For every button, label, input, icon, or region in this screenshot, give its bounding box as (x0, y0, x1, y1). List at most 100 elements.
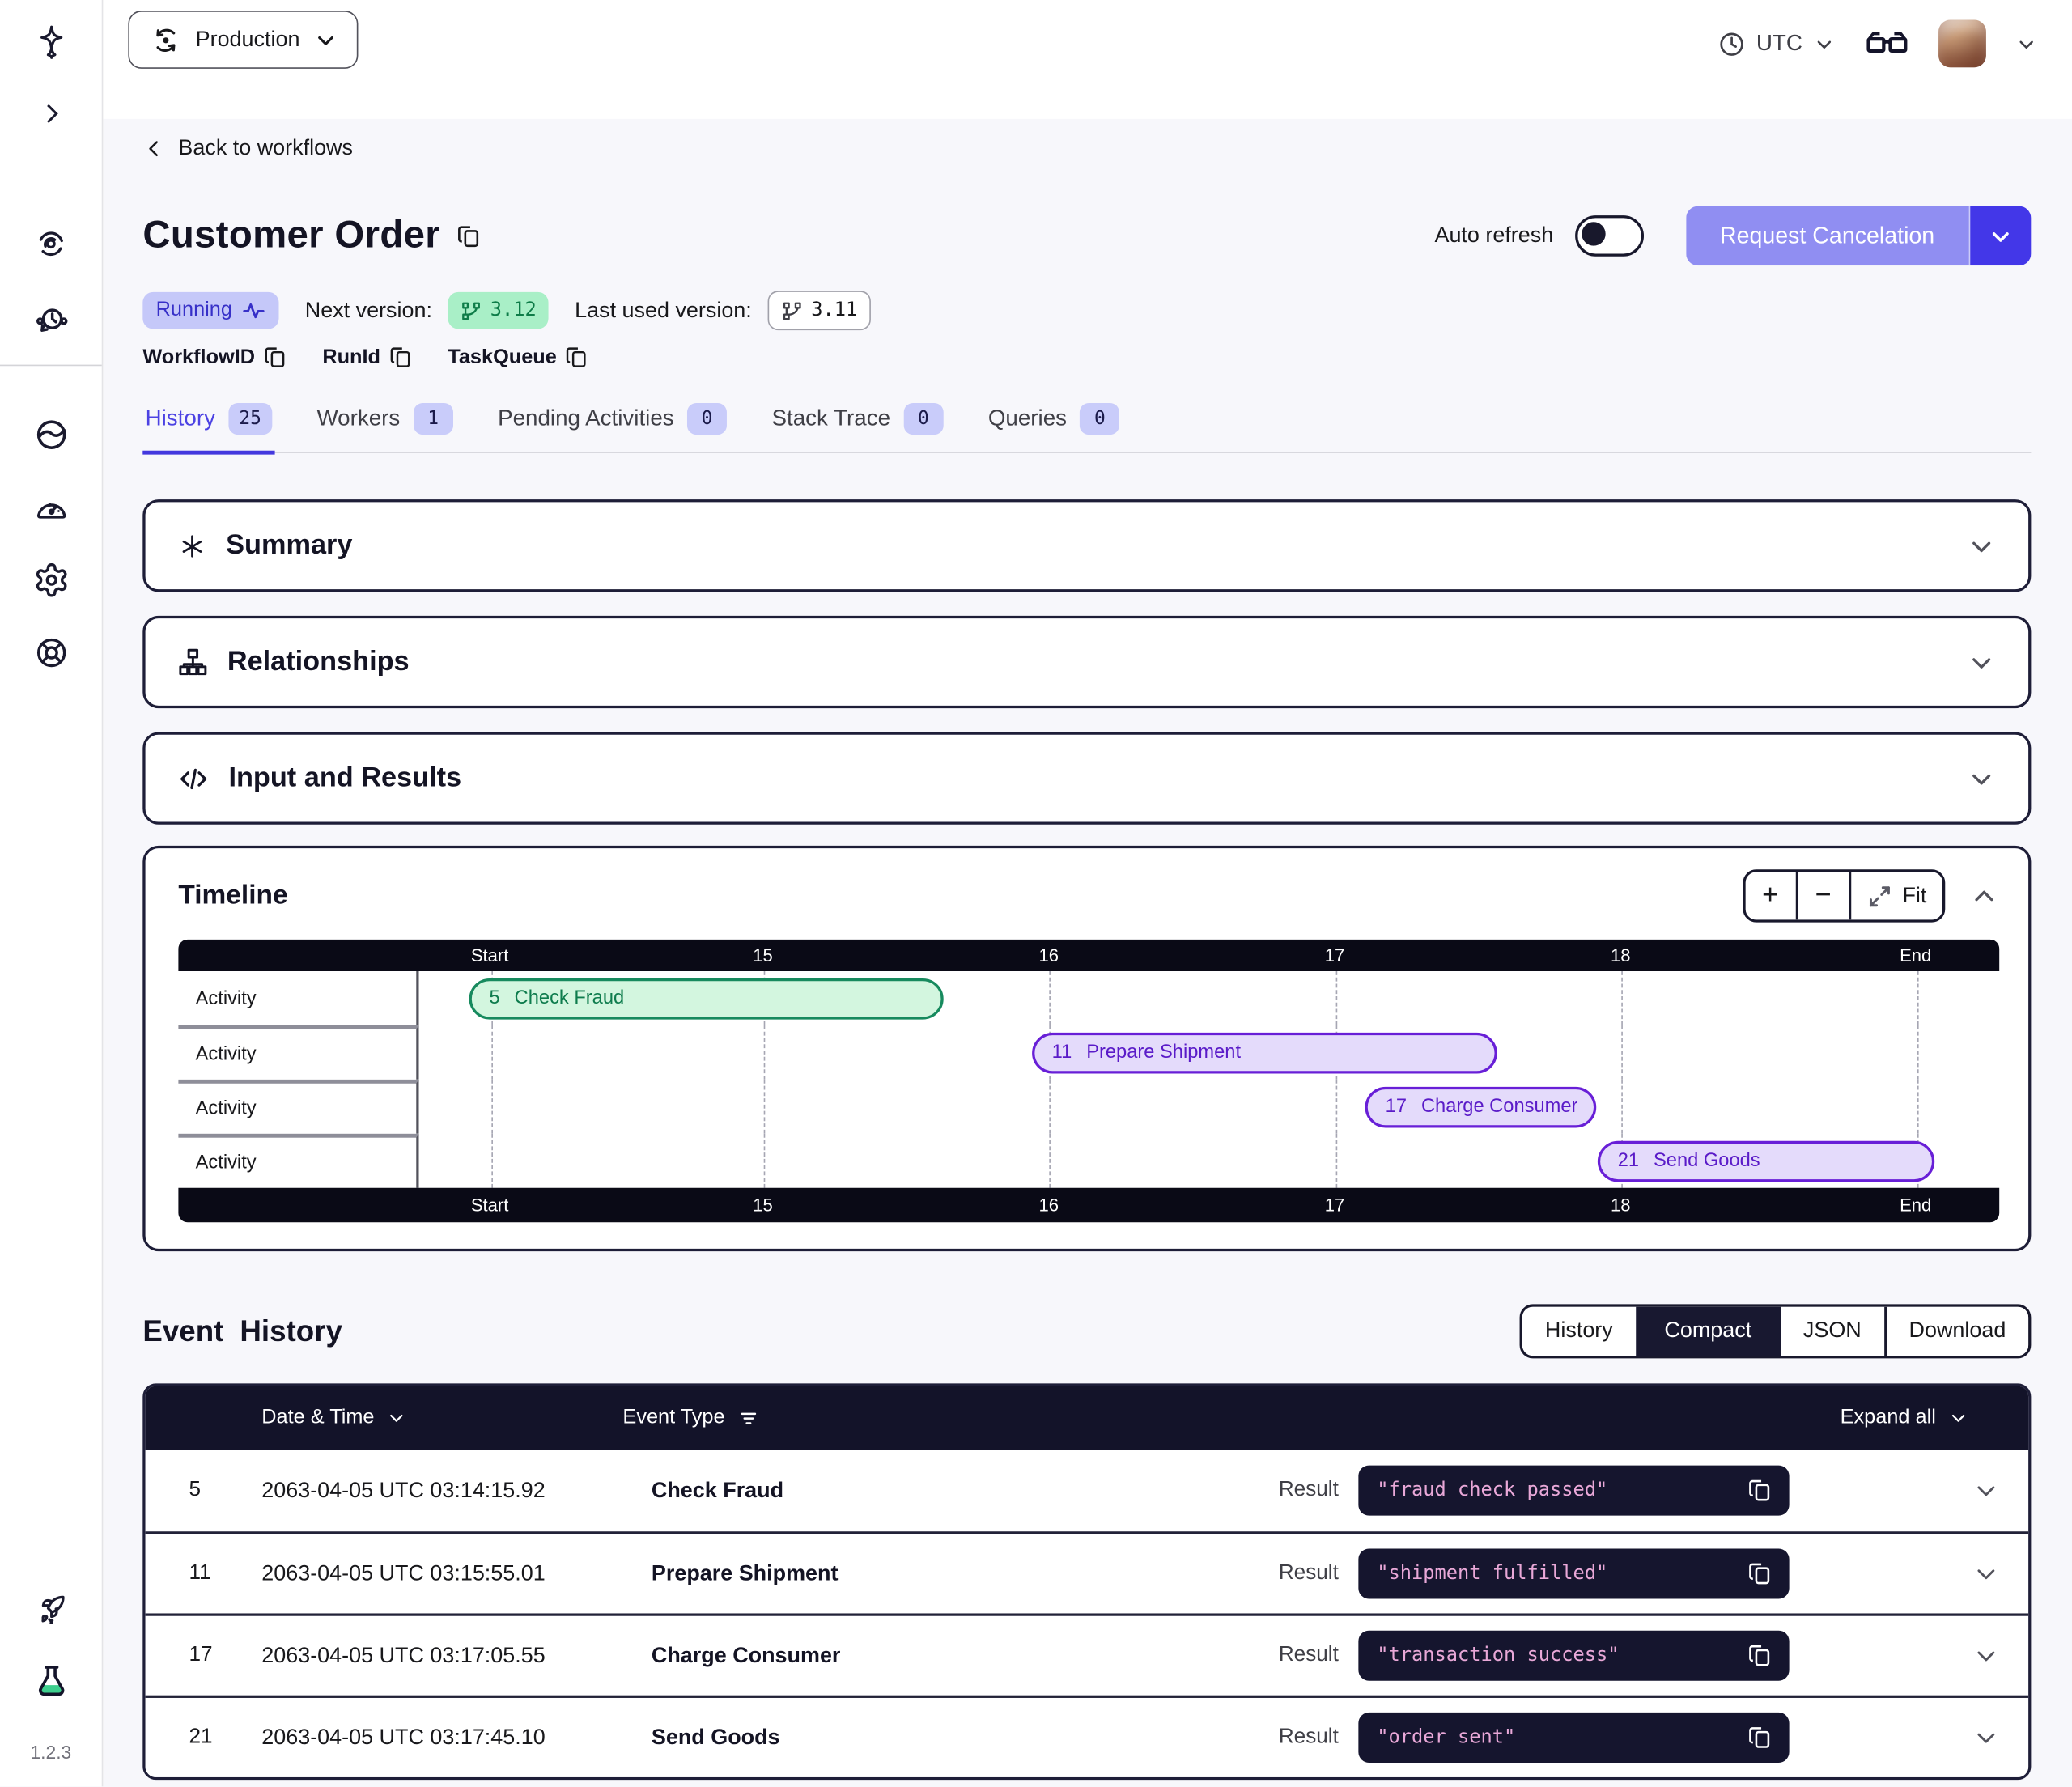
column-date-time[interactable]: Date & Time (261, 1406, 407, 1429)
timeline-bar-check-fraud[interactable]: 5Check Fraud (469, 978, 944, 1019)
gridline (1050, 971, 1051, 1025)
copy-icon[interactable] (565, 345, 590, 370)
run-id-copy[interactable]: RunId (322, 345, 413, 370)
git-branch-icon (460, 299, 482, 322)
task-queue-copy[interactable]: TaskQueue (448, 345, 589, 370)
tab-workers[interactable]: Workers 1 (314, 403, 456, 455)
result-value: "fraud check passed" (1377, 1480, 1747, 1501)
request-cancelation-menu[interactable] (1970, 206, 2031, 265)
tab-pending-activities[interactable]: Pending Activities 0 (495, 403, 729, 455)
zoom-out-button[interactable]: − (1798, 872, 1850, 920)
section-relationships[interactable]: Relationships (142, 616, 2031, 708)
status-text: Running (156, 299, 232, 322)
code-icon (177, 762, 210, 795)
copy-result-icon[interactable] (1747, 1642, 1773, 1669)
app-version: 1.2.3 (30, 1742, 71, 1763)
view-button-compact[interactable]: Compact (1636, 1307, 1781, 1356)
chevron-down-icon (1988, 223, 2015, 249)
account-menu-chevron-icon[interactable] (2015, 32, 2038, 55)
expand-all-button[interactable]: Expand all (1841, 1406, 1969, 1429)
gridline (763, 1025, 765, 1080)
sidebar-item-settings-icon[interactable] (24, 554, 77, 606)
bar-event-id: 21 (1618, 1150, 1639, 1171)
timeline-row-label: Activity (178, 1080, 418, 1134)
expand-row-chevron-icon[interactable] (1972, 1723, 2001, 1752)
timeline-bar-charge-consumer[interactable]: 17Charge Consumer (1365, 1086, 1596, 1127)
copy-icon[interactable] (263, 345, 288, 370)
back-to-workflows-link[interactable]: Back to workflows (142, 136, 353, 161)
request-cancelation-label[interactable]: Request Cancelation (1685, 206, 1970, 265)
bar-event-id: 5 (490, 987, 500, 1008)
timezone-selector[interactable]: UTC (1718, 30, 1836, 57)
axis-tick-label: 18 (1611, 1195, 1631, 1215)
view-button-download[interactable]: Download (1884, 1307, 2029, 1356)
git-branch-icon (781, 299, 804, 322)
timeline-bar-prepare-shipment[interactable]: 11Prepare Shipment (1032, 1032, 1497, 1073)
labs-glasses-icon[interactable] (1865, 23, 1910, 63)
section-summary[interactable]: Summary (142, 499, 2031, 592)
event-timestamp: 2063-04-05 UTC 03:15:55.01 (261, 1561, 652, 1586)
sidebar-item-usage-icon[interactable] (24, 481, 77, 533)
chevron-down-icon[interactable] (1966, 647, 1997, 677)
tab-queries[interactable]: Queries 0 (986, 403, 1123, 455)
copy-result-icon[interactable] (1747, 1560, 1773, 1587)
event-row[interactable]: 21 2063-04-05 UTC 03:17:45.10 Send Goods… (146, 1696, 2029, 1777)
view-button-history[interactable]: History (1522, 1307, 1635, 1356)
timeline-controls: + − Fit (1743, 869, 1999, 922)
axis-tick-label: End (1900, 945, 1931, 965)
chevron-down-icon[interactable] (1966, 531, 1997, 562)
timeline-collapse-chevron-icon[interactable] (1969, 881, 2000, 911)
event-row[interactable]: 5 2063-04-05 UTC 03:14:15.92 Check Fraud… (146, 1450, 2029, 1531)
avatar[interactable] (1938, 19, 1986, 67)
copy-icon[interactable] (388, 345, 414, 370)
sidebar-item-labs-flask-icon[interactable] (24, 1654, 77, 1707)
tab-history[interactable]: History 25 (142, 403, 274, 455)
sidebar-expand-chevron-icon[interactable] (24, 87, 77, 140)
chevron-down-icon[interactable] (1966, 763, 1997, 794)
axis-tick-label: 15 (753, 945, 773, 965)
view-button-json[interactable]: JSON (1781, 1307, 1883, 1356)
fit-button[interactable]: Fit (1851, 872, 1942, 920)
expand-row-chevron-icon[interactable] (1972, 1476, 2001, 1505)
gridline (491, 1134, 493, 1188)
namespace-switcher[interactable]: Production (128, 11, 358, 69)
copy-workflow-name-icon[interactable] (456, 223, 483, 249)
workflow-id-copy[interactable]: WorkflowID (142, 345, 288, 370)
copy-result-icon[interactable] (1747, 1725, 1773, 1751)
last-used-version-value: 3.11 (811, 300, 857, 321)
timezone-label: UTC (1756, 31, 1802, 57)
axis-tick-label: Start (471, 1195, 509, 1215)
back-link-label: Back to workflows (178, 136, 353, 161)
namespace-icon (148, 23, 182, 57)
fit-label: Fit (1902, 883, 1926, 908)
gridline (1621, 1080, 1623, 1134)
section-input-results[interactable]: Input and Results (142, 732, 2031, 824)
event-row[interactable]: 11 2063-04-05 UTC 03:15:55.01 Prepare Sh… (146, 1531, 2029, 1613)
gridline (1917, 1025, 1919, 1080)
copy-result-icon[interactable] (1747, 1477, 1773, 1504)
timeline-bar-send-goods[interactable]: 21Send Goods (1598, 1140, 1934, 1182)
request-cancelation-button[interactable]: Request Cancelation (1685, 206, 2031, 265)
sidebar-item-nexus-icon[interactable] (24, 408, 77, 461)
expand-row-chevron-icon[interactable] (1972, 1641, 2001, 1670)
result-label: Result (1279, 1725, 1339, 1749)
event-row[interactable]: 17 2063-04-05 UTC 03:17:05.55 Charge Con… (146, 1613, 2029, 1695)
topbar-right: UTC (1718, 0, 2072, 71)
timeline-plot-area: 11Prepare Shipment (419, 1025, 2000, 1080)
temporal-logo-icon[interactable] (24, 16, 77, 69)
sidebar-item-getting-started-rocket-icon[interactable] (24, 1583, 77, 1636)
chevron-down-icon (313, 27, 338, 52)
result-value: "order sent" (1377, 1727, 1747, 1748)
axis-tick-label: 15 (753, 1195, 773, 1215)
axis-tick-label: 18 (1611, 945, 1631, 965)
expand-row-chevron-icon[interactable] (1972, 1560, 2001, 1589)
chevron-down-icon (1948, 1407, 1969, 1428)
column-event-type[interactable]: Event Type (622, 1406, 759, 1429)
sidebar-item-support-icon[interactable] (24, 626, 77, 679)
tab-stack-trace[interactable]: Stack Trace 0 (769, 403, 945, 455)
zoom-in-button[interactable]: + (1745, 872, 1798, 920)
sidebar-item-schedules-icon[interactable] (24, 293, 77, 346)
sidebar-item-workflows-icon[interactable] (24, 217, 77, 270)
status-row: Running Next version: 3.12 Last used ver… (142, 291, 2031, 330)
auto-refresh-toggle[interactable] (1574, 215, 1643, 257)
